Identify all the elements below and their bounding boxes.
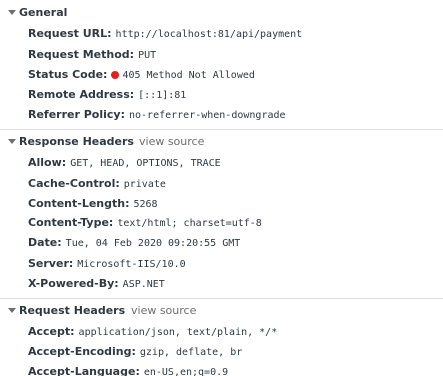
- header-row-cache-control: Cache-Control: private: [28, 177, 166, 193]
- header-row-accept-encoding: Accept-Encoding: gzip, deflate, br: [28, 345, 242, 361]
- header-key: Remote Address:: [28, 88, 135, 101]
- header-row-date: Date: Tue, 04 Feb 2020 09:20:55 GMT: [28, 236, 240, 252]
- header-key: Accept-Encoding:: [28, 345, 136, 358]
- header-key: Accept:: [28, 325, 75, 338]
- response-headers-section-header[interactable]: Response Headers view source: [0, 132, 443, 152]
- header-value: [::1]:81: [138, 90, 187, 101]
- collapse-arrow-icon[interactable]: [8, 10, 16, 15]
- header-value: 5268: [133, 199, 158, 210]
- header-key: Cache-Control:: [28, 177, 120, 190]
- header-row-request-url: Request URL: http://localhost:81/api/paym…: [28, 27, 302, 43]
- header-key: Server:: [28, 257, 74, 270]
- header-row-allow: Allow: GET, HEAD, OPTIONS, TRACE: [28, 156, 221, 172]
- header-value: 405 Method Not Allowed: [122, 70, 255, 81]
- header-value: GET, HEAD, OPTIONS, TRACE: [70, 158, 221, 169]
- header-value: http://localhost:81/api/payment: [115, 29, 303, 40]
- section-title: General: [19, 6, 68, 19]
- header-value: application/json, text/plain, */*: [78, 327, 278, 338]
- general-section-header[interactable]: General: [0, 3, 443, 23]
- header-key: Content-Type:: [28, 216, 114, 229]
- header-key: Date:: [28, 236, 62, 249]
- header-row-server: Server: Microsoft-IIS/10.0: [28, 257, 186, 273]
- header-key: X-Powered-By:: [28, 277, 119, 290]
- header-row-referrer-policy: Referrer Policy: no-referrer-when-downgra…: [28, 108, 286, 124]
- section-divider: [0, 129, 443, 130]
- request-headers-section-header[interactable]: Request Headers view source: [0, 301, 443, 321]
- header-value: gzip, deflate, br: [139, 347, 243, 358]
- collapse-arrow-icon[interactable]: [8, 139, 16, 144]
- header-value: Tue, 04 Feb 2020 09:20:55 GMT: [65, 238, 241, 249]
- header-row-remote-address: Remote Address: [::1]:81: [28, 88, 186, 104]
- section-divider: [0, 298, 443, 299]
- view-source-link[interactable]: view source: [139, 135, 204, 148]
- collapse-arrow-icon[interactable]: [8, 308, 16, 313]
- header-value: en-US,en;q=0.9: [143, 367, 229, 376]
- header-value: private: [123, 179, 166, 190]
- header-value: no-referrer-when-downgrade: [129, 110, 286, 121]
- header-key: Accept-Language:: [28, 365, 140, 376]
- header-row-request-method: Request Method: PUT: [28, 48, 156, 64]
- header-value: Microsoft-IIS/10.0: [77, 259, 186, 270]
- header-key: Request URL:: [28, 27, 112, 40]
- header-key: Referrer Policy:: [28, 108, 125, 121]
- header-value: text/html; charset=utf-8: [117, 218, 262, 229]
- header-row-accept: Accept: application/json, text/plain, */*: [28, 325, 277, 341]
- header-key: Content-Length:: [28, 197, 130, 210]
- header-row-content-length: Content-Length: 5268: [28, 197, 158, 213]
- section-title: Response Headers: [19, 135, 134, 148]
- header-row-status-code: Status Code: 405 Method Not Allowed: [28, 68, 255, 84]
- header-value: ASP.NET: [122, 279, 165, 290]
- header-row-content-type: Content-Type: text/html; charset=utf-8: [28, 216, 262, 232]
- view-source-link[interactable]: view source: [131, 304, 196, 317]
- status-error-icon: [111, 71, 120, 79]
- header-row-x-powered-by: X-Powered-By: ASP.NET: [28, 277, 165, 293]
- section-title: Request Headers: [19, 304, 126, 317]
- header-row-accept-language: Accept-Language: en-US,en;q=0.9: [28, 365, 228, 376]
- header-key: Status Code:: [28, 68, 108, 81]
- header-key: Request Method:: [28, 48, 135, 61]
- header-key: Allow:: [28, 156, 67, 169]
- header-value: PUT: [138, 50, 157, 61]
